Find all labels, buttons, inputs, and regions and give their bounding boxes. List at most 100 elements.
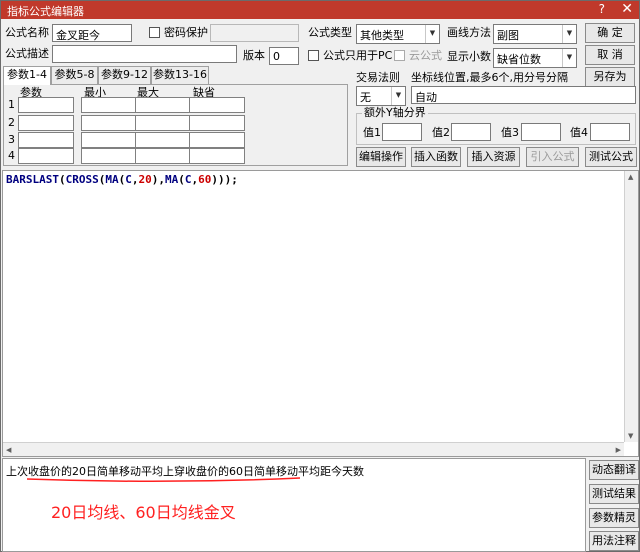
underline-annotation <box>26 477 301 483</box>
param-1-name[interactable] <box>18 97 74 113</box>
password-checkbox[interactable] <box>149 27 160 38</box>
formula-name-label: 公式名称 <box>5 26 49 39</box>
edit-ops-button[interactable]: 编辑操作 <box>356 147 406 167</box>
draw-method-label: 画线方法 <box>447 26 491 39</box>
decimals-label: 显示小数 <box>447 50 491 63</box>
import-formula-button[interactable]: 引入公式 <box>526 147 579 167</box>
pc-only-checkbox[interactable] <box>308 50 319 61</box>
cloud-checkbox[interactable] <box>394 50 405 61</box>
version-label: 版本 <box>243 49 265 62</box>
y3-input[interactable] <box>521 123 561 141</box>
cancel-button[interactable]: 取 消 <box>585 45 635 65</box>
close-icon[interactable]: ✕ <box>621 1 633 17</box>
y2-label: 值2 <box>432 126 450 139</box>
param-row-label: 4 <box>8 149 15 162</box>
trade-rule-value: 无 <box>360 91 371 104</box>
chevron-down-icon: ▼ <box>391 87 405 105</box>
decimals-select[interactable]: 缺省位数 ▼ <box>493 48 577 68</box>
save-as-button[interactable]: 另存为 <box>585 67 635 87</box>
code-token: ( <box>178 173 185 186</box>
editor-vertical-scrollbar[interactable]: ▲ ▼ <box>624 171 638 442</box>
code-token: BARSLAST <box>6 173 59 186</box>
y4-input[interactable] <box>590 123 630 141</box>
code-token: ), <box>151 173 165 186</box>
draw-method-value: 副图 <box>497 29 519 42</box>
draw-method-select[interactable]: 副图 ▼ <box>493 24 577 44</box>
formula-desc-input[interactable] <box>52 45 237 63</box>
window-title: 指标公式编辑器 <box>7 5 84 18</box>
formula-name-input[interactable]: 金叉距今 <box>52 24 132 42</box>
param-4-min[interactable] <box>81 148 137 164</box>
chevron-down-icon: ▼ <box>562 49 576 67</box>
param-2-min[interactable] <box>81 115 137 131</box>
code-token: MA <box>164 173 179 186</box>
formula-type-label: 公式类型 <box>308 26 352 39</box>
code-line: BARSLAST(CROSS(MA(C,20),MA(C,60))); <box>6 173 238 186</box>
annotation-text: 20日均线、60日均线金叉 <box>51 503 236 522</box>
pc-only-label: 公式只用于PC <box>323 49 393 62</box>
trade-rule-select[interactable]: 无 ▼ <box>356 86 406 106</box>
chevron-down-icon: ▼ <box>562 25 576 43</box>
param-row-label: 1 <box>8 98 15 111</box>
test-formula-button[interactable]: 测试公式 <box>585 147 637 167</box>
code-token: CROSS <box>65 173 99 186</box>
translation-panel: 上次收盘价的20日简单移动平均上穿收盘价的60日简单移动平均距今天数 20日均线… <box>2 458 586 552</box>
trade-rule-label: 交易法则 <box>356 71 400 84</box>
param-3-name[interactable] <box>18 132 74 148</box>
formula-type-select[interactable]: 其他类型 ▼ <box>356 24 440 44</box>
cloud-label: 云公式 <box>409 49 442 62</box>
title-bar: 指标公式编辑器 ? ✕ <box>1 1 639 19</box>
scroll-down-icon[interactable]: ▼ <box>628 432 633 440</box>
password-input[interactable] <box>210 24 299 42</box>
ok-button[interactable]: 确 定 <box>585 23 635 43</box>
tab-params-1-4[interactable]: 参数1-4 <box>3 66 51 85</box>
param-4-max[interactable] <box>135 148 191 164</box>
param-3-min[interactable] <box>81 132 137 148</box>
code-editor[interactable]: BARSLAST(CROSS(MA(C,20),MA(C,60))); ▲ ▼ … <box>2 170 639 457</box>
y1-input[interactable] <box>382 123 422 141</box>
y4-label: 值4 <box>570 126 588 139</box>
tab-params-9-12[interactable]: 参数9-12 <box>98 66 151 84</box>
param-1-max[interactable] <box>135 97 191 113</box>
decimals-value: 缺省位数 <box>497 53 541 66</box>
y3-label: 值3 <box>501 126 519 139</box>
y2-input[interactable] <box>451 123 491 141</box>
param-wizard-button[interactable]: 参数精灵 <box>589 508 639 528</box>
param-3-default[interactable] <box>189 132 245 148</box>
code-token: ))); <box>211 173 238 186</box>
help-icon[interactable]: ? <box>599 2 605 16</box>
test-result-button[interactable]: 测试结果 <box>589 484 639 504</box>
y1-label: 值1 <box>363 126 381 139</box>
coord-input[interactable]: 自动 <box>411 86 636 104</box>
editor-horizontal-scrollbar[interactable]: ◀ ▶ <box>3 442 624 456</box>
insert-function-button[interactable]: 插入函数 <box>411 147 461 167</box>
formula-desc-label: 公式描述 <box>5 47 49 60</box>
code-token: C <box>125 173 132 186</box>
yaxis-label: 额外Y轴分界 <box>362 106 428 120</box>
scroll-right-icon[interactable]: ▶ <box>616 446 621 454</box>
coord-label: 坐标线位置,最多6个,用分号分隔 <box>411 71 568 84</box>
dynamic-translate-button[interactable]: 动态翻译 <box>589 460 639 480</box>
scroll-left-icon[interactable]: ◀ <box>6 446 11 454</box>
password-label: 密码保护 <box>164 26 208 39</box>
insert-resource-button[interactable]: 插入资源 <box>467 147 520 167</box>
tab-params-13-16[interactable]: 参数13-16 <box>151 66 209 84</box>
formula-type-value: 其他类型 <box>360 29 404 42</box>
param-4-name[interactable] <box>18 148 74 164</box>
formula-editor-window: 指标公式编辑器 ? ✕ 公式名称 金叉距今 密码保护 公式类型 其他类型 ▼ 画… <box>0 0 640 552</box>
param-2-name[interactable] <box>18 115 74 131</box>
param-row-label: 3 <box>8 133 15 146</box>
param-4-default[interactable] <box>189 148 245 164</box>
tab-params-5-8[interactable]: 参数5-8 <box>51 66 98 84</box>
param-1-min[interactable] <box>81 97 137 113</box>
param-3-max[interactable] <box>135 132 191 148</box>
scroll-up-icon[interactable]: ▲ <box>628 173 633 181</box>
param-1-default[interactable] <box>189 97 245 113</box>
code-token: 20 <box>138 173 152 186</box>
param-2-default[interactable] <box>189 115 245 131</box>
code-token: 60 <box>198 173 212 186</box>
usage-notes-button[interactable]: 用法注释 <box>589 531 639 551</box>
version-input[interactable]: 0 <box>269 47 299 65</box>
param-row-label: 2 <box>8 116 15 129</box>
param-2-max[interactable] <box>135 115 191 131</box>
